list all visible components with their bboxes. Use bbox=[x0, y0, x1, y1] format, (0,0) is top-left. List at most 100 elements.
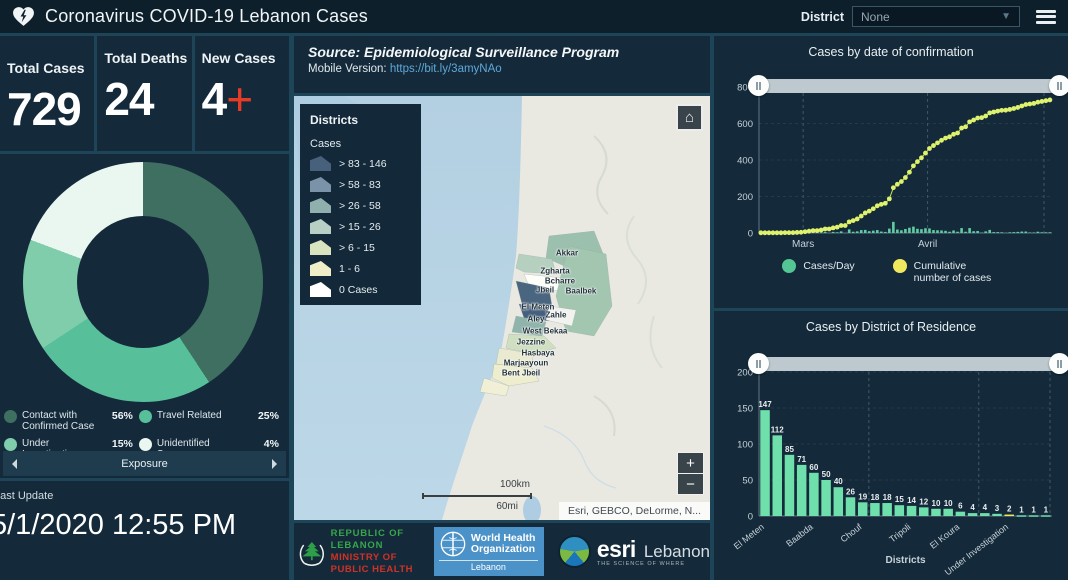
cumulative-dot[interactable] bbox=[858, 213, 864, 219]
daily-bar[interactable] bbox=[912, 226, 915, 233]
daily-bar[interactable] bbox=[1020, 231, 1024, 233]
district-bar[interactable] bbox=[955, 511, 966, 516]
daily-bar[interactable] bbox=[976, 230, 979, 233]
daily-bar[interactable] bbox=[968, 228, 971, 233]
district-bar[interactable] bbox=[980, 513, 990, 516]
district-bar[interactable] bbox=[1028, 515, 1039, 517]
district-bar[interactable] bbox=[857, 502, 868, 516]
daily-bar[interactable] bbox=[896, 229, 899, 233]
daily-bar[interactable] bbox=[831, 231, 835, 233]
cumulative-dot[interactable] bbox=[915, 159, 920, 165]
district-bar[interactable] bbox=[784, 454, 795, 516]
cumulative-dot[interactable] bbox=[882, 200, 888, 206]
daily-bar[interactable] bbox=[904, 228, 907, 233]
zoom-in-button[interactable]: + bbox=[678, 453, 703, 473]
daily-bar[interactable] bbox=[1040, 232, 1044, 233]
district-bar[interactable] bbox=[906, 505, 917, 516]
district-bar[interactable] bbox=[1041, 515, 1051, 517]
cumulative-dot[interactable] bbox=[935, 140, 940, 146]
cumulative-dot[interactable] bbox=[919, 155, 924, 161]
cumulative-dot[interactable] bbox=[826, 226, 832, 232]
slider-handle-left[interactable] bbox=[748, 75, 769, 96]
daily-bar[interactable] bbox=[920, 229, 923, 233]
daily-bar[interactable] bbox=[960, 228, 963, 233]
daily-bar[interactable] bbox=[924, 228, 927, 233]
cumulative-dot[interactable] bbox=[911, 163, 916, 169]
daily-bar[interactable] bbox=[867, 231, 871, 233]
daily-bar[interactable] bbox=[819, 232, 823, 233]
daily-bar[interactable] bbox=[1032, 232, 1036, 233]
mobile-version-link[interactable]: https://bit.ly/3amyNAo bbox=[390, 63, 502, 75]
map-home-button[interactable]: ⌂ bbox=[676, 104, 703, 131]
daily-bar[interactable] bbox=[875, 230, 879, 233]
cumulative-dot[interactable] bbox=[898, 179, 904, 184]
district-bar[interactable] bbox=[882, 503, 892, 516]
daily-bar[interactable] bbox=[1024, 231, 1028, 233]
daily-bar[interactable] bbox=[851, 231, 855, 233]
daily-bar[interactable] bbox=[948, 231, 951, 233]
daily-bar[interactable] bbox=[972, 231, 975, 233]
slider-track[interactable] bbox=[759, 79, 1059, 93]
cumulative-dot[interactable] bbox=[818, 227, 824, 233]
daily-bar[interactable] bbox=[863, 229, 867, 233]
daily-bar[interactable] bbox=[892, 221, 895, 233]
cumulative-dot[interactable] bbox=[1047, 97, 1053, 103]
daily-bar[interactable] bbox=[936, 230, 939, 233]
daily-bar[interactable] bbox=[900, 230, 903, 233]
slider-handle-right[interactable] bbox=[1049, 75, 1068, 96]
cumulative-dot[interactable] bbox=[842, 223, 848, 228]
zoom-out-button[interactable]: − bbox=[678, 474, 703, 494]
cumulative-dot[interactable] bbox=[1035, 99, 1041, 105]
district-bar[interactable] bbox=[772, 435, 783, 516]
cumulative-dot[interactable] bbox=[886, 196, 892, 202]
cumulative-dot[interactable] bbox=[931, 143, 936, 148]
cumulative-dot[interactable] bbox=[866, 208, 872, 214]
daily-bar[interactable] bbox=[871, 230, 875, 233]
cumulative-dot[interactable] bbox=[955, 130, 960, 136]
cumulative-dot[interactable] bbox=[1007, 107, 1013, 112]
daily-bar[interactable] bbox=[855, 231, 859, 233]
daily-bar[interactable] bbox=[1036, 231, 1040, 233]
slider-track[interactable] bbox=[759, 357, 1059, 371]
cumulative-dot[interactable] bbox=[987, 110, 993, 116]
cumulative-dot[interactable] bbox=[890, 185, 896, 191]
cumulative-dot[interactable] bbox=[991, 109, 997, 115]
cumulative-dot[interactable] bbox=[1039, 99, 1045, 104]
cumulative-dot[interactable] bbox=[878, 201, 884, 207]
cumulative-dot[interactable] bbox=[963, 124, 968, 130]
cumulative-dot[interactable] bbox=[907, 169, 912, 175]
cumulative-dot[interactable] bbox=[995, 108, 1001, 114]
daily-bar[interactable] bbox=[888, 228, 891, 233]
daily-bar[interactable] bbox=[1044, 232, 1048, 233]
cumulative-dot[interactable] bbox=[1043, 98, 1049, 104]
daily-bar[interactable] bbox=[1008, 232, 1012, 233]
daily-bar[interactable] bbox=[1012, 232, 1016, 233]
daily-bar[interactable] bbox=[835, 232, 839, 233]
cumulative-dot[interactable] bbox=[870, 206, 876, 212]
daily-bar[interactable] bbox=[988, 229, 991, 233]
district-bar[interactable] bbox=[821, 480, 831, 516]
cumulative-dot[interactable] bbox=[1011, 106, 1017, 111]
daily-bar[interactable] bbox=[916, 228, 919, 233]
daily-bar[interactable] bbox=[932, 230, 935, 233]
daily-bar[interactable] bbox=[992, 232, 995, 233]
daily-bar[interactable] bbox=[944, 230, 947, 233]
daily-bar[interactable] bbox=[880, 231, 883, 233]
daily-bar[interactable] bbox=[859, 230, 863, 233]
district-bar[interactable] bbox=[845, 497, 856, 516]
daily-bar[interactable] bbox=[956, 231, 959, 233]
daily-bar[interactable] bbox=[847, 229, 851, 233]
district-bar[interactable] bbox=[1016, 515, 1027, 517]
district-bar[interactable] bbox=[919, 507, 929, 516]
daily-bar[interactable] bbox=[1016, 231, 1020, 233]
cumulative-dot[interactable] bbox=[1003, 107, 1009, 113]
daily-bar[interactable] bbox=[839, 231, 843, 233]
district-bar[interactable] bbox=[943, 508, 953, 516]
district-bar[interactable] bbox=[967, 513, 978, 516]
daily-bar[interactable] bbox=[952, 230, 955, 233]
daily-bar[interactable] bbox=[984, 231, 987, 233]
exposure-donut-chart[interactable] bbox=[23, 162, 263, 402]
daily-bar[interactable] bbox=[940, 230, 943, 233]
district-select[interactable]: None ▼ bbox=[852, 6, 1020, 27]
cumulative-dot[interactable] bbox=[894, 181, 900, 187]
